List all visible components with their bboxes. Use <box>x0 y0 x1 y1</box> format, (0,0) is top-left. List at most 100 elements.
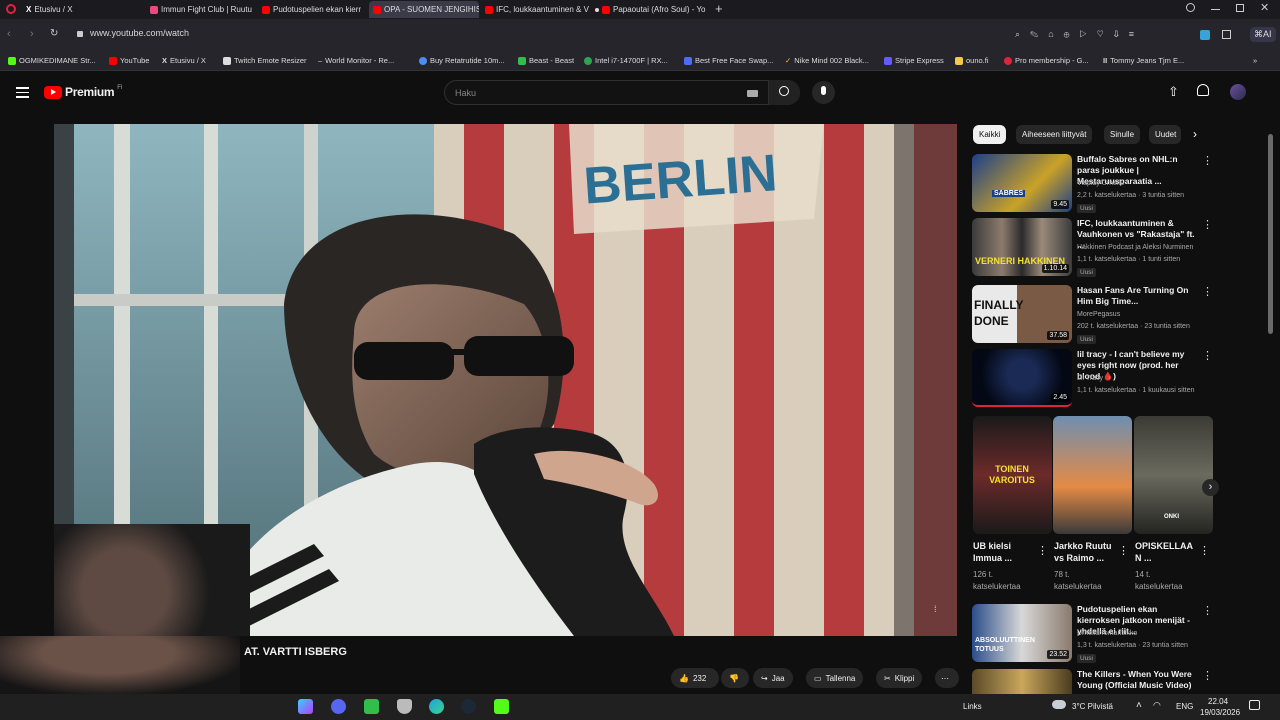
recommendation-item[interactable]: FINALLY DONE 37.58 Hasan Fans Are Turnin… <box>972 285 1217 344</box>
youtube-icon <box>373 5 381 14</box>
shorts-next-chevron-icon[interactable]: › <box>1202 479 1219 496</box>
recommendation-item[interactable]: ABSOLUUTTINEN TOTUUS 23.52 Pudotuspelien… <box>972 604 1217 663</box>
tray-chevron-icon[interactable]: ˄ <box>1136 700 1142 711</box>
short-thumbnail[interactable]: ONKI <box>1134 416 1213 534</box>
avatar[interactable] <box>1230 84 1246 100</box>
tommy-icon: II <box>1103 56 1108 65</box>
back-icon[interactable]: ‹ <box>7 28 11 40</box>
forward-icon[interactable]: › <box>30 28 34 40</box>
bookmark-label: Etusivu / X <box>170 56 206 65</box>
chip-related[interactable]: Aiheeseen liittyvät <box>1016 125 1093 144</box>
steam-icon[interactable] <box>461 699 476 714</box>
like-button[interactable]: 👍 232 <box>671 668 719 688</box>
bookmark-item[interactable]: ouno.fi <box>955 56 989 65</box>
bookmark-item[interactable]: Pro membership - G... <box>1004 56 1089 65</box>
edge-icon[interactable] <box>429 699 444 714</box>
kebab-menu-icon[interactable]: ⋮ <box>1202 351 1213 362</box>
menu-hamburger-icon[interactable] <box>16 87 29 98</box>
bookmark-item[interactable]: Intel i7-14700F | RX... <box>584 56 668 65</box>
recommendation-item[interactable]: The Killers - When You Were Young (Offic… <box>972 669 1217 694</box>
kebab-menu-icon[interactable]: ⋮ <box>1199 544 1210 557</box>
short-thumbnail[interactable]: TOINEN VAROITUS <box>973 416 1052 534</box>
cube-icon[interactable] <box>1222 30 1231 39</box>
upload-icon[interactable]: ⇧ <box>1168 84 1179 100</box>
page-scrollbar[interactable] <box>1268 114 1273 694</box>
bookmark-item[interactable]: Buy Retatrutide 10m... <box>419 56 505 65</box>
short-thumbnail[interactable] <box>1053 416 1132 534</box>
app-green-icon[interactable] <box>364 699 379 714</box>
url-field[interactable]: www.youtube.com/watch <box>90 28 189 38</box>
bookmark-item[interactable]: – World Monitor - Re... <box>318 56 394 65</box>
shield-icon[interactable] <box>397 699 412 714</box>
player-settings-icon[interactable]: ⁞ <box>934 604 937 614</box>
reload-icon[interactable]: ↻ <box>50 28 58 39</box>
copilot-icon[interactable] <box>298 699 313 714</box>
search-icon <box>779 86 789 96</box>
search-input[interactable]: Haku <box>444 80 800 105</box>
bookmark-item[interactable]: YouTube <box>109 56 149 65</box>
maximize-icon[interactable] <box>1236 4 1244 12</box>
browser-tab-bar: X Etusivu / X Immun Fight Club | Ruutu P… <box>0 0 1280 19</box>
bookmark-item[interactable]: II Tommy Jeans Tjm E... <box>1103 56 1184 65</box>
tab-pudotuspelit[interactable]: Pudotuspelien ekan kierr <box>258 1 368 18</box>
tab-x-home[interactable]: X Etusivu / X <box>22 1 140 18</box>
clock-date[interactable]: 19/03/2026 <box>1200 708 1240 717</box>
kebab-menu-icon[interactable]: ⋮ <box>1202 156 1213 167</box>
keyboard-icon[interactable] <box>747 90 758 97</box>
kebab-menu-icon[interactable]: ⋮ <box>1202 287 1213 298</box>
bookmark-item[interactable]: OGMIKEDIMANE Str... <box>8 56 96 65</box>
tab-opa-active[interactable]: OPA - SUOMEN JENGIHIS <box>369 1 479 18</box>
bookmark-item[interactable]: Stripe Express <box>884 56 944 65</box>
tab-papaoutai[interactable]: Papaoutai (Afro Soul) - Yo <box>591 1 709 18</box>
notifications-bell-icon[interactable] <box>1197 84 1209 96</box>
close-window-icon[interactable]: ✕ <box>1260 1 1269 14</box>
minimize-icon[interactable] <box>1211 9 1220 10</box>
recommendation-item[interactable]: VERNERI HAKKINEN 1.10.14 IFC, loukkaantu… <box>972 218 1217 277</box>
clock-time[interactable]: 22.04 <box>1208 697 1228 706</box>
bookmark-item[interactable]: Beast - Beast <box>518 56 574 65</box>
opera-logo-icon[interactable] <box>6 4 16 14</box>
clip-button[interactable]: ✂ Klippi <box>876 668 923 688</box>
taskbar-links[interactable]: Links <box>963 702 982 711</box>
bookmark-label: Tommy Jeans Tjm E... <box>1110 56 1185 65</box>
recommendation-item[interactable]: SABRES 9.45 Buffalo Sabres on NHL:n para… <box>972 154 1217 213</box>
video-player[interactable]: BERLIN ⁞ <box>54 124 957 636</box>
discord-icon[interactable] <box>331 699 346 714</box>
bookmark-item[interactable]: Twitch Emote Resizer <box>223 56 307 65</box>
chip-for-you[interactable]: Sinulle <box>1104 125 1141 144</box>
kebab-menu-icon[interactable]: ⋮ <box>1118 544 1129 557</box>
kebab-menu-icon[interactable]: ⋮ <box>1202 220 1213 231</box>
ai-button[interactable]: ⌘AI <box>1250 27 1276 42</box>
bookmark-item[interactable]: X Etusivu / X <box>162 56 206 65</box>
chip-all[interactable]: Kaikki <box>973 125 1007 144</box>
kebab-menu-icon[interactable]: ⋮ <box>1202 671 1213 682</box>
search-tabs-icon[interactable] <box>1186 3 1195 12</box>
recommendation-item[interactable]: 2.45 lil tracy - I can't believe my eyes… <box>972 349 1217 407</box>
wifi-icon[interactable]: ◠ <box>1153 700 1161 711</box>
scrollbar-thumb[interactable] <box>1268 134 1273 334</box>
new-tab-plus-icon[interactable]: + <box>715 1 723 16</box>
bookmarks-overflow-icon[interactable]: » <box>1253 56 1257 65</box>
address-tools-icons[interactable]: ⌕✎⌂⊕▷♡⇩≡ <box>1015 29 1144 40</box>
language-indicator[interactable]: ENG <box>1176 702 1193 711</box>
chips-next-chevron-icon[interactable]: › <box>1193 127 1197 141</box>
chip-new[interactable]: Uudet <box>1149 125 1181 144</box>
bookmark-icon: ▭ <box>814 673 822 683</box>
more-actions-button[interactable]: ⋯ <box>935 668 959 688</box>
extensions-icon[interactable] <box>1200 30 1210 40</box>
tab-immun[interactable]: Immun Fight Club | Ruutu <box>146 1 258 18</box>
bookmark-item[interactable]: Best Free Face Swap... <box>684 56 773 65</box>
bookmark-item[interactable]: ✓ Nike Mind 002 Black... <box>785 56 869 65</box>
weather-text[interactable]: 3°C Pilvistä <box>1072 702 1113 711</box>
kebab-menu-icon[interactable]: ⋮ <box>1037 544 1048 557</box>
notifications-icon[interactable] <box>1249 700 1260 710</box>
share-button[interactable]: ↪ Jaa <box>753 668 793 688</box>
voice-search-button[interactable] <box>812 81 835 104</box>
search-button[interactable] <box>768 80 800 105</box>
app-lime-icon[interactable] <box>494 699 509 714</box>
dislike-button[interactable]: 👎 <box>721 668 749 688</box>
youtube-premium-logo[interactable]: Premium FI <box>44 85 123 99</box>
tab-ifc[interactable]: IFC, loukkaantuminen & V <box>481 1 589 18</box>
save-button[interactable]: ▭ Tallenna <box>806 668 864 688</box>
kebab-menu-icon[interactable]: ⋮ <box>1202 606 1213 617</box>
